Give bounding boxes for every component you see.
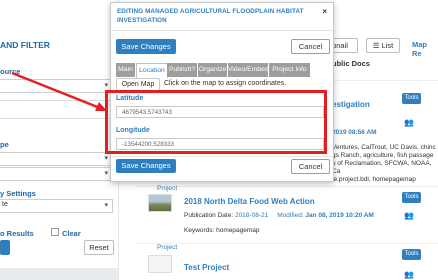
annotation-arrow bbox=[11, 71, 107, 111]
arrow-shaft bbox=[11, 71, 101, 110]
